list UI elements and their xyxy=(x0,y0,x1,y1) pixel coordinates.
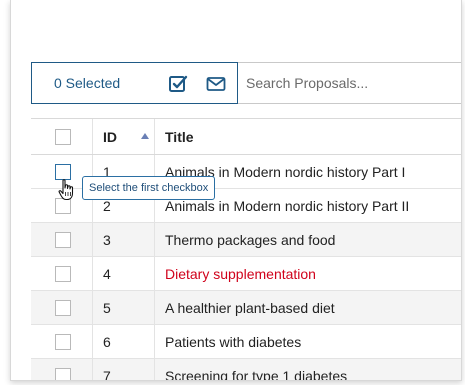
title-column-header[interactable]: Title xyxy=(155,119,461,154)
row-title-cell: Thermo packages and food xyxy=(155,223,461,256)
row-id: 4 xyxy=(103,266,111,282)
row-checkbox[interactable] xyxy=(55,232,71,248)
proposals-table: ID Title 1 Animals in Modern nordic hist… xyxy=(31,118,461,381)
row-title: Thermo packages and food xyxy=(165,232,336,248)
row-id-cell: 6 xyxy=(93,325,155,358)
select-all-checkbox[interactable] xyxy=(55,129,71,145)
row-id-cell: 5 xyxy=(93,291,155,324)
table-row[interactable]: 4 Dietary supplementation xyxy=(31,257,461,291)
table-header-row: ID Title xyxy=(31,118,461,155)
row-checkbox[interactable] xyxy=(55,368,71,380)
selected-count-label: 0 Selected xyxy=(54,75,121,91)
row-id: 7 xyxy=(103,368,111,381)
sort-ascending-icon[interactable] xyxy=(141,133,149,139)
row-id: 5 xyxy=(103,300,111,316)
row-title-cell: Patients with diabetes xyxy=(155,325,461,358)
row-checkbox-cell xyxy=(31,359,93,380)
proposals-panel: 0 Selected ID Title xyxy=(10,0,462,381)
selection-summary: 0 Selected xyxy=(31,62,238,104)
checkbox-tooltip: Select the first checkbox xyxy=(82,176,216,200)
row-title: Screening for type 1 diabetes xyxy=(165,368,348,381)
hand-pointer-icon xyxy=(58,179,74,201)
row-id-cell: 7 xyxy=(93,359,155,381)
table-row[interactable]: 7 Screening for type 1 diabetes xyxy=(31,359,461,381)
row-checkbox[interactable] xyxy=(55,300,71,316)
id-header-label: ID xyxy=(103,129,117,145)
row-title-cell: A healthier plant-based diet xyxy=(155,291,461,324)
select-all-cell xyxy=(31,119,93,154)
mail-icon[interactable] xyxy=(206,74,226,94)
row-title: Dietary supplementation xyxy=(165,266,316,282)
row-checkbox-cell xyxy=(31,257,93,290)
table-row[interactable]: 3 Thermo packages and food xyxy=(31,223,461,257)
row-id-cell: 4 xyxy=(93,257,155,290)
row-title: A healthier plant-based diet xyxy=(165,300,335,316)
id-column-header[interactable]: ID xyxy=(93,119,155,154)
row-title: Patients with diabetes xyxy=(165,334,302,350)
table-row[interactable]: 6 Patients with diabetes xyxy=(31,325,461,359)
row-checkbox-cell xyxy=(31,223,93,256)
row-checkbox-cell xyxy=(31,291,93,324)
row-checkbox[interactable] xyxy=(55,334,71,350)
toolbar: 0 Selected xyxy=(31,62,461,104)
row-id: 2 xyxy=(103,198,111,214)
row-title-cell: Screening for type 1 diabetes xyxy=(155,359,461,381)
table-row[interactable]: 5 A healthier plant-based diet xyxy=(31,291,461,325)
row-checkbox[interactable] xyxy=(55,266,71,282)
title-header-label: Title xyxy=(165,129,194,145)
row-checkbox-cell xyxy=(31,325,93,358)
check-square-icon[interactable] xyxy=(168,74,188,94)
row-id: 6 xyxy=(103,334,111,350)
row-title: Animals in Modern nordic history Part II xyxy=(165,198,410,214)
row-title-cell: Dietary supplementation xyxy=(155,257,461,290)
row-id-cell: 3 xyxy=(93,223,155,256)
row-id: 3 xyxy=(103,232,111,248)
search-input[interactable] xyxy=(238,62,461,104)
